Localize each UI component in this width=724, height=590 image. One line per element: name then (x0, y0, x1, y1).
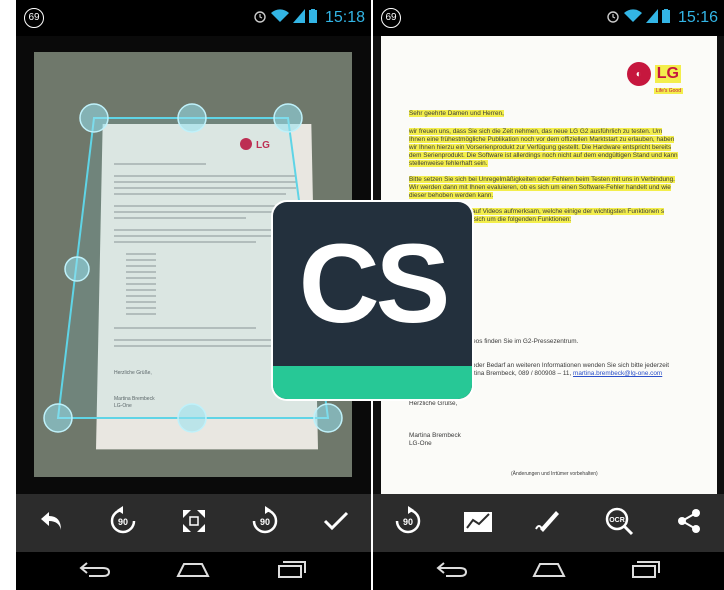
cs-logo-text: CS (298, 221, 451, 346)
videos-line: Videos finden Sie im G2-Pressezentrum. (463, 338, 579, 345)
svg-text:90: 90 (259, 517, 269, 527)
clock: 15:16 (677, 9, 718, 26)
enhance-chart-icon (463, 509, 493, 538)
back-icon (435, 561, 468, 582)
contact-line-2: Martina Brembeck, 089 / 800908 – 11, (463, 370, 572, 377)
recents-icon (277, 560, 307, 583)
signature-org: LG-One (409, 440, 432, 447)
crop-handle-top[interactable] (177, 103, 207, 133)
wifi-icon (270, 8, 289, 28)
checkmark-icon (323, 510, 349, 537)
footer-note: (Änderungen und Irrtümer vorbehalten) (511, 471, 598, 477)
lg-logo-icon: ◐ (626, 62, 651, 86)
pen-icon (534, 507, 562, 540)
paragraph-1: wir freuen uns, dass Sie sich die Zeit n… (409, 128, 678, 167)
edit-toolbar: 90 OCR (373, 494, 724, 552)
svg-text:90: 90 (117, 517, 127, 527)
cs-logo-band (273, 366, 472, 399)
ocr-search-icon: OCR (604, 506, 634, 541)
alarm-icon (253, 9, 267, 28)
home-button[interactable] (173, 557, 213, 585)
enhance-button[interactable] (458, 503, 498, 543)
notification-badge: 69 (381, 8, 401, 28)
status-icons: 15:18 (253, 8, 365, 28)
paragraph-3: e auch auf Videos aufmerksam, welche ein… (451, 208, 665, 223)
closing-text: Herzliche Grüße, (409, 400, 458, 407)
crop-handle-bottom-right[interactable] (313, 403, 343, 433)
svg-text:OCR: OCR (609, 517, 625, 524)
battery-icon (661, 8, 670, 28)
camscanner-logo: CS (273, 202, 472, 399)
home-button[interactable] (529, 557, 569, 585)
lg-logo: ◐ LG (626, 62, 681, 86)
status-bar: 69 15:18 (16, 0, 371, 36)
status-icons: 15:16 (606, 8, 718, 28)
signal-icon (645, 8, 658, 28)
system-nav-bar (16, 552, 371, 590)
home-icon (531, 561, 566, 582)
undo-button[interactable] (32, 503, 72, 543)
recents-button[interactable] (272, 557, 312, 585)
back-button[interactable] (432, 557, 472, 585)
recents-button[interactable] (626, 557, 666, 585)
expand-full-icon (181, 508, 207, 539)
crop-handle-bottom[interactable] (177, 403, 207, 433)
crop-handle-bottom-left[interactable] (43, 403, 73, 433)
crop-handle-left[interactable] (64, 256, 90, 282)
back-button[interactable] (75, 557, 115, 585)
annotate-button[interactable] (528, 503, 568, 543)
paragraph-2: Bitte setzen Sie sich bei Unregelmäßigke… (409, 176, 675, 199)
crop-handle-top-right[interactable] (273, 103, 303, 133)
rotate-button[interactable]: 90 (388, 503, 428, 543)
recents-icon (631, 560, 661, 583)
confirm-button[interactable] (316, 503, 356, 543)
battery-icon (308, 8, 317, 28)
notification-badge: 69 (24, 8, 44, 28)
svg-text:90: 90 (403, 517, 413, 527)
salutation: Sehr geehrte Damen und Herren, (409, 110, 504, 117)
wifi-icon (623, 8, 642, 28)
system-nav-bar (373, 552, 724, 590)
undo-icon (39, 510, 65, 537)
lg-logo-text: LG (654, 65, 681, 83)
signature-name: Martina Brembeck (409, 432, 461, 439)
rotate-left-button[interactable]: 90 (103, 503, 143, 543)
rotate-left-90-icon: 90 (108, 505, 138, 541)
back-icon (79, 561, 111, 582)
edit-toolbar: 90 90 (16, 494, 371, 552)
clock: 15:18 (324, 9, 365, 26)
signal-icon (292, 8, 305, 28)
lg-tagline: Life's Good (653, 88, 683, 94)
contact-email-link[interactable]: martina.brembeck@lg-one.com (573, 370, 662, 377)
ocr-button[interactable]: OCR (599, 503, 639, 543)
full-selection-button[interactable] (174, 503, 214, 543)
share-icon (676, 508, 702, 539)
rotate-90-icon: 90 (393, 505, 423, 541)
home-icon (176, 561, 211, 582)
status-bar: 69 15:16 (373, 0, 724, 36)
alarm-icon (606, 9, 620, 28)
rotate-right-button[interactable]: 90 (245, 503, 285, 543)
rotate-right-90-icon: 90 (250, 505, 280, 541)
share-button[interactable] (669, 503, 709, 543)
crop-handle-top-left[interactable] (79, 103, 109, 133)
contact-line: en oder Bedarf an weiteren Informationen… (463, 362, 670, 369)
